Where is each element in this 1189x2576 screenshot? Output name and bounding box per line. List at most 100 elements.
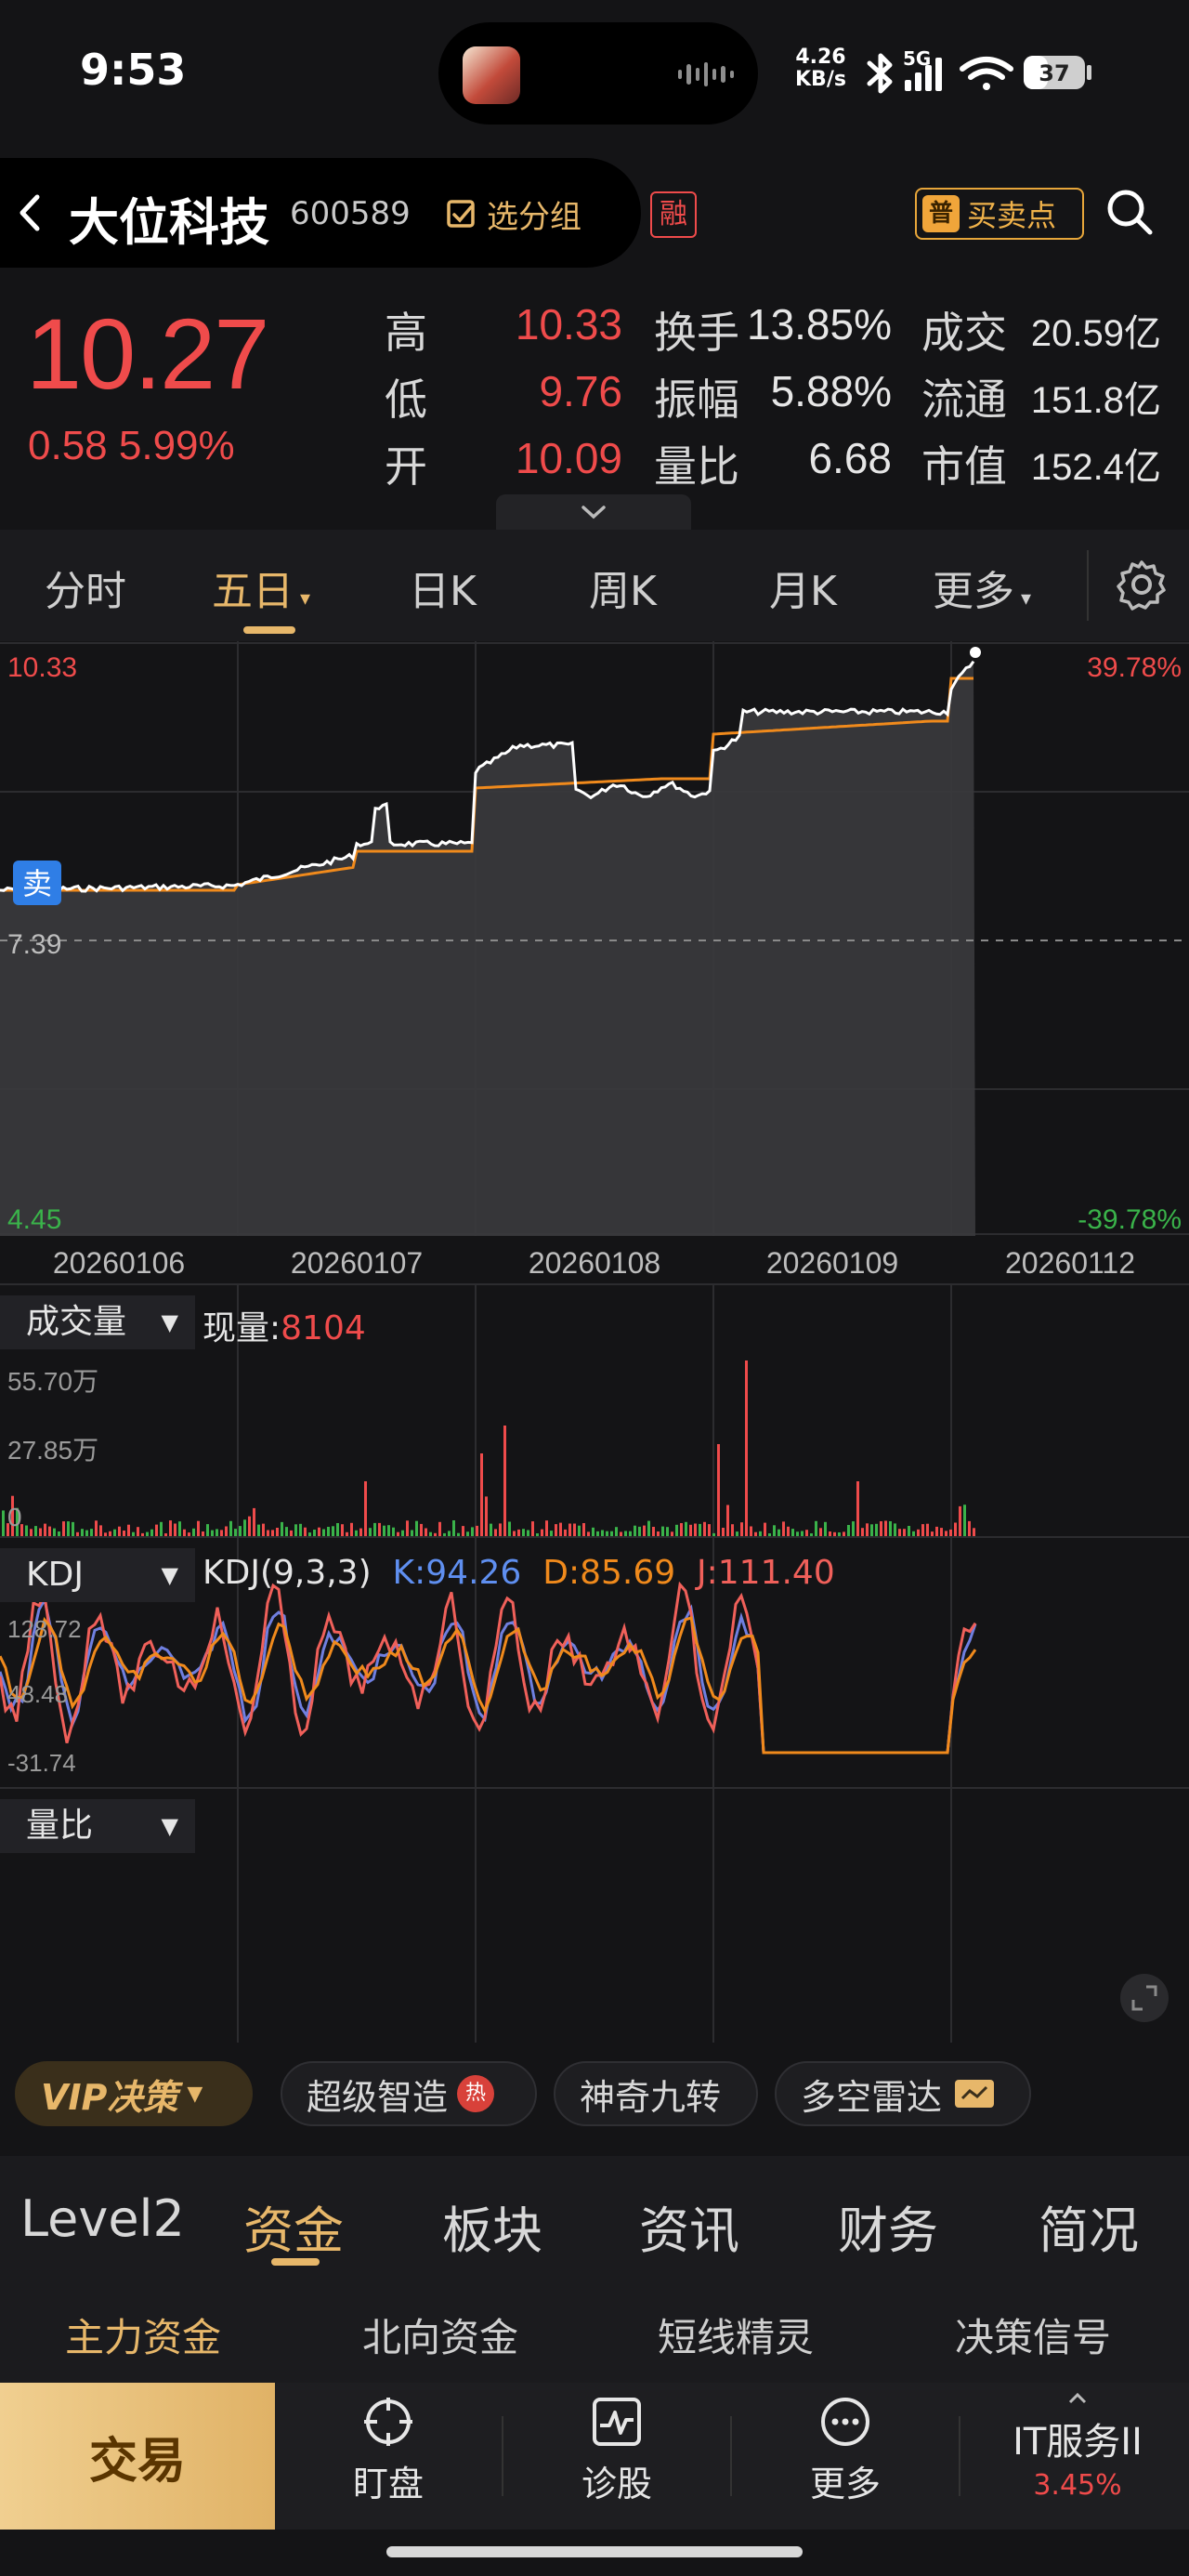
volume-bar — [271, 1530, 274, 1537]
diagnose-label: 诊股 — [581, 2464, 652, 2504]
volume-bar — [880, 1521, 882, 1537]
sector-quote-button[interactable]: IT服务II 3.45% — [985, 2390, 1170, 2502]
tab-weekly-k[interactable]: 周K — [589, 558, 657, 617]
volume-bar — [531, 1521, 534, 1537]
stat-label-market-cap: 市值 — [921, 441, 1007, 492]
subtab-short-term-sprite[interactable]: 短线精灵 — [658, 2307, 814, 2363]
tab-intraday[interactable]: 分时 — [45, 558, 126, 617]
volume-bar — [959, 1505, 961, 1537]
volume-bar — [805, 1530, 808, 1537]
info-section-tabs: Level2 资金 板块 资讯 财务 简况 — [0, 2156, 1189, 2273]
volume-bar — [239, 1526, 242, 1537]
volume-bar — [940, 1528, 943, 1537]
tab-capital[interactable]: 资金 — [243, 2189, 344, 2263]
volume-bar — [903, 1529, 906, 1537]
kdj-values: KDJ(9,3,3) K:94.26 D:85.69 J:111.40 — [203, 1554, 835, 1592]
volume-bar — [415, 1520, 418, 1537]
hot-badge: 热 — [457, 2075, 495, 2112]
margin-trading-badge[interactable]: 融 — [650, 191, 697, 238]
volume-axis-mid: 27.85万 — [7, 1436, 98, 1465]
volume-bar — [722, 1528, 725, 1537]
sector-name: IT服务II — [1013, 2421, 1143, 2464]
volume-bar — [921, 1524, 924, 1537]
volume-bar — [248, 1516, 251, 1537]
more-button[interactable]: 更多 — [780, 2396, 910, 2506]
tab-sector[interactable]: 板块 — [442, 2189, 542, 2263]
volume-bar — [601, 1530, 604, 1537]
volume-bar — [559, 1522, 562, 1537]
volume-bar — [550, 1531, 553, 1537]
volume-bar — [634, 1525, 636, 1537]
subtab-main-capital[interactable]: 主力资金 — [65, 2307, 221, 2363]
volume-bar — [318, 1527, 320, 1537]
tab-more[interactable]: 更多 ▾ — [933, 558, 1031, 617]
watch-label: 盯盘 — [352, 2464, 424, 2504]
volume-bar — [787, 1526, 790, 1537]
volume-bar — [369, 1528, 372, 1537]
search-icon[interactable] — [1104, 186, 1156, 238]
battery-level: 37 — [1039, 60, 1069, 86]
volume-bar — [545, 1520, 548, 1537]
volume-bar — [708, 1524, 711, 1537]
volume-bar — [313, 1530, 316, 1537]
tab-monthly-k[interactable]: 月K — [769, 558, 837, 617]
volume-indicator-selector[interactable]: 成交量 ▼ — [0, 1295, 195, 1349]
price-change-pct: 5.99% — [118, 423, 235, 468]
vip-decision-chip[interactable]: VIP决策 ▼ — [15, 2061, 253, 2126]
tab-level2[interactable]: Level2 — [20, 2189, 185, 2248]
net-speed-value: 4.26 — [795, 46, 846, 69]
volume-current-value: 8104 — [281, 1309, 366, 1347]
price-axis-top: 10.33 — [7, 652, 77, 683]
stat-label-float-cap: 流通 — [921, 375, 1007, 425]
watch-button[interactable]: 盯盘 — [323, 2396, 453, 2506]
back-icon[interactable] — [13, 191, 46, 234]
volume-bar — [889, 1521, 892, 1537]
tab-finance[interactable]: 财务 — [838, 2189, 938, 2263]
stat-value-float-cap: 151.8亿 — [1030, 380, 1161, 421]
volume-bar — [137, 1527, 139, 1537]
buy-sell-points-button[interactable]: 普 买卖点 — [915, 188, 1084, 240]
diagnose-button[interactable]: 诊股 — [552, 2396, 682, 2506]
chart-settings-gear-icon[interactable] — [1115, 558, 1169, 611]
net-speed-unit: KB/s — [795, 68, 846, 91]
subtab-decision-signal[interactable]: 决策信号 — [955, 2307, 1111, 2363]
super-manufacturing-chip[interactable]: 超级智造 热 — [281, 2061, 537, 2126]
kdj-indicator-selector[interactable]: KDJ ▼ — [0, 1548, 195, 1602]
caret-down-icon: ▼ — [161, 1813, 178, 1839]
trade-button[interactable]: 交易 — [0, 2383, 275, 2530]
price-axis-mid: 7.39 — [7, 929, 61, 960]
price-change-value: 0.58 — [28, 423, 108, 468]
subtab-northbound-capital[interactable]: 北向资金 — [362, 2307, 518, 2363]
caret-down-icon: ▾ — [1014, 587, 1032, 611]
current-price: 10.27 — [26, 297, 269, 410]
tab-news[interactable]: 资讯 — [639, 2189, 739, 2263]
stat-value-amount: 20.59亿 — [1030, 313, 1161, 354]
volume-ratio-indicator-selector[interactable]: 量比 ▼ — [0, 1799, 195, 1853]
volume-bar — [726, 1505, 729, 1537]
expand-quote-tab[interactable] — [496, 494, 691, 530]
volume-bar — [304, 1527, 307, 1537]
stat-label-amount: 成交 — [921, 308, 1007, 358]
kdj-j-value: J:111.40 — [697, 1554, 835, 1592]
volume-bar — [178, 1521, 181, 1537]
bull-bear-radar-label: 多空雷达 — [801, 2076, 943, 2118]
volume-bar — [425, 1528, 427, 1537]
bull-bear-radar-chip[interactable]: 多空雷达 — [775, 2061, 1031, 2126]
wifi-icon — [960, 57, 1013, 90]
date-label-3: 20260109 — [766, 1246, 898, 1280]
dynamic-island[interactable] — [438, 22, 758, 125]
tab-daily-k[interactable]: 日K — [409, 558, 477, 617]
magic-nine-turn-chip[interactable]: 神奇九转 — [554, 2061, 758, 2126]
active-tab-indicator — [243, 626, 295, 634]
volume-bar — [954, 1522, 957, 1537]
volume-bar — [2, 1510, 5, 1537]
select-group-button[interactable]: 选分组 — [446, 191, 581, 237]
volume-bar — [225, 1526, 228, 1537]
tab-five-day[interactable]: 五日 ▾ — [212, 558, 310, 617]
stat-label-turnover: 换手 — [654, 308, 739, 358]
price-change: 0.58 5.99% — [28, 423, 235, 469]
volume-bar — [866, 1523, 869, 1537]
tab-profile[interactable]: 简况 — [1039, 2189, 1139, 2263]
volume-bar — [694, 1523, 697, 1537]
fullscreen-icon[interactable] — [1120, 1974, 1169, 2022]
